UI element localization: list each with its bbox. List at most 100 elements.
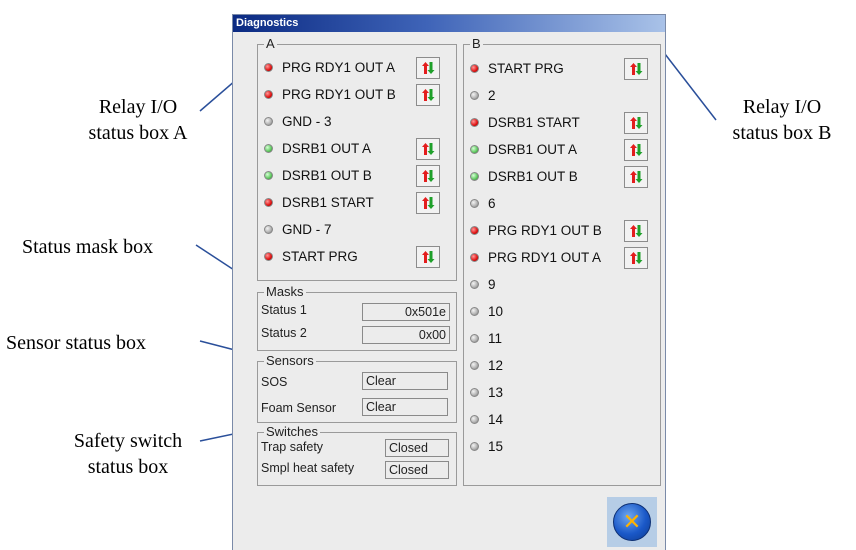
toggle-relay-button[interactable]: [624, 112, 648, 134]
swap-arrows-icon: [422, 251, 435, 263]
status-led-icon: [470, 63, 479, 73]
toggle-relay-button[interactable]: [416, 57, 440, 79]
swap-arrows-icon: [422, 89, 435, 101]
status1-value: 0x501e: [362, 303, 450, 321]
relay-row: START PRG: [464, 55, 564, 81]
callout-sensor-text: Sensor status box: [6, 332, 146, 354]
toggle-relay-button[interactable]: [624, 166, 648, 188]
toggle-relay-button[interactable]: [624, 58, 648, 80]
callout-relay-b-line2: status box B: [732, 122, 832, 144]
swap-arrows-icon: [630, 63, 643, 75]
status-led-icon: [264, 143, 273, 153]
safety-switch-box: Switches Trap safety Closed Smpl heat sa…: [257, 425, 457, 486]
relay-label: DSRB1 OUT B: [282, 167, 372, 183]
status-led-icon: [470, 414, 479, 424]
relay-row: DSRB1 START: [464, 109, 580, 135]
status-led-icon: [470, 387, 479, 397]
toggle-relay-button[interactable]: [416, 138, 440, 160]
sos-value: Clear: [362, 372, 448, 390]
relay-label: DSRB1 OUT B: [488, 168, 578, 184]
relay-row: PRG RDY1 OUT A: [258, 54, 395, 80]
relay-group-a-legend: A: [266, 36, 275, 51]
relay-label: START PRG: [488, 60, 564, 76]
swap-arrows-icon: [630, 225, 643, 237]
toggle-relay-button[interactable]: [416, 192, 440, 214]
status-led-icon: [264, 197, 273, 207]
relay-row: PRG RDY1 OUT B: [464, 217, 602, 243]
smpl-heat-safety-label: Smpl heat safety: [261, 461, 355, 475]
swap-arrows-icon: [422, 170, 435, 182]
relay-row: 10: [464, 298, 503, 324]
callout-safety: Safety switch status box: [48, 428, 208, 480]
status-led-icon: [264, 224, 273, 234]
callout-mask: Status mask box: [22, 234, 222, 260]
status-led-icon: [470, 441, 479, 451]
relay-label: PRG RDY1 OUT B: [488, 222, 602, 238]
foam-sensor-value: Clear: [362, 398, 448, 416]
callout-relay-a-line1: Relay I/O: [98, 96, 178, 118]
relay-label: PRG RDY1 OUT A: [488, 249, 602, 265]
swap-arrows-icon: [422, 143, 435, 155]
relay-row: START PRG: [258, 243, 358, 269]
relay-label: PRG RDY1 OUT B: [282, 86, 396, 102]
trap-safety-value: Closed: [385, 439, 449, 457]
relay-row: DSRB1 START: [258, 189, 374, 215]
toggle-relay-button[interactable]: [624, 139, 648, 161]
status-led-icon: [470, 306, 479, 316]
trap-safety-label: Trap safety: [261, 440, 324, 454]
relay-row: DSRB1 OUT A: [258, 135, 371, 161]
smpl-heat-safety-value: Closed: [385, 461, 449, 479]
foam-sensor-label: Foam Sensor: [261, 401, 337, 415]
status-led-icon: [470, 117, 479, 127]
status-led-icon: [470, 225, 479, 235]
relay-label: 13: [488, 384, 504, 400]
relay-group-b-legend: B: [472, 36, 481, 51]
relay-label: 11: [488, 330, 503, 346]
relay-group-a: A PRG RDY1 OUT A PRG RDY1 OUT B GND - 3 DSR…: [257, 36, 457, 281]
status-led-icon: [264, 251, 273, 261]
status-led-icon: [470, 360, 479, 370]
close-button[interactable]: ✕: [607, 497, 657, 547]
relay-row: GND - 3: [258, 108, 332, 134]
status-led-icon: [470, 252, 479, 262]
status-led-icon: [470, 279, 479, 289]
toggle-relay-button[interactable]: [624, 247, 648, 269]
relay-row: 14: [464, 406, 503, 432]
relay-label: PRG RDY1 OUT A: [282, 59, 396, 75]
relay-label: 6: [488, 195, 496, 211]
window-titlebar: Diagnostics: [233, 15, 665, 32]
relay-row: PRG RDY1 OUT A: [464, 244, 601, 270]
toggle-relay-button[interactable]: [416, 246, 440, 268]
status-led-icon: [470, 90, 479, 100]
toggle-relay-button[interactable]: [416, 165, 440, 187]
status2-value: 0x00: [362, 326, 450, 344]
masks-legend: Masks: [266, 284, 304, 299]
relay-label: 12: [488, 357, 504, 373]
toggle-relay-button[interactable]: [624, 220, 648, 242]
status-mask-box: Masks Status 1 0x501e Status 2 0x00: [257, 284, 457, 351]
swap-arrows-icon: [422, 197, 435, 209]
relay-group-b: B START PRG 2 DSRB1 START DSRB1 OUT A DSRB1 …: [463, 36, 661, 486]
callout-sensor: Sensor status box: [6, 330, 226, 356]
relay-row: 15: [464, 433, 503, 459]
relay-row: PRG RDY1 OUT B: [258, 81, 396, 107]
relay-row: 13: [464, 379, 503, 405]
swap-arrows-icon: [630, 117, 643, 129]
callout-mask-text: Status mask box: [22, 236, 154, 258]
relay-row: 2: [464, 82, 496, 108]
toggle-relay-button[interactable]: [416, 84, 440, 106]
relay-row: DSRB1 OUT A: [464, 136, 577, 162]
swap-arrows-icon: [630, 252, 643, 264]
swap-arrows-icon: [422, 62, 435, 74]
relay-row: GND - 7: [258, 216, 332, 242]
relay-label: DSRB1 START: [488, 114, 580, 130]
status-led-icon: [264, 116, 273, 126]
status-led-icon: [264, 170, 273, 180]
close-icon: ✕: [613, 503, 651, 541]
relay-label: DSRB1 START: [282, 194, 374, 210]
relay-row: 6: [464, 190, 496, 216]
callout-safety-line1: Safety switch: [73, 430, 183, 452]
relay-row: 9: [464, 271, 496, 297]
sensor-status-box: Sensors SOS Clear Foam Sensor Clear: [257, 354, 457, 423]
callout-safety-line2: status box: [87, 456, 169, 478]
